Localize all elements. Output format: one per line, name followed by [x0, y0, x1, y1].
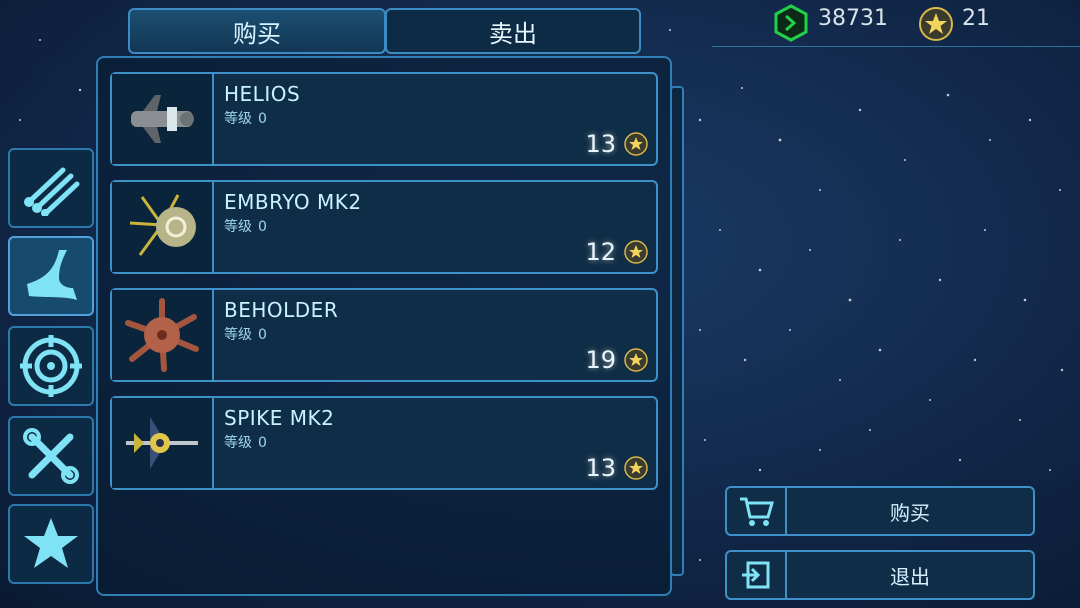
ship-spike-icon [126, 417, 198, 469]
tab-sell[interactable]: 卖出 [385, 8, 641, 54]
tools-icon [23, 428, 79, 484]
exit-button-label: 退出 [890, 564, 930, 589]
item-level-label: 等级 [224, 219, 252, 235]
shop-item[interactable]: BEHOLDER 等级 0 19 [110, 288, 658, 382]
exit-icon-box [727, 552, 787, 598]
item-level: 等级 0 [224, 108, 273, 128]
shop-item[interactable]: SPIKE MK2 等级 0 13 [110, 396, 658, 490]
tab-buy-label: 购买 [233, 19, 281, 48]
item-price: 12 [585, 238, 616, 266]
item-level-label: 等级 [224, 111, 252, 127]
credits-count: 38731 [818, 6, 888, 31]
ship-helios-icon [131, 95, 194, 143]
ship-embryo-icon [129, 194, 196, 256]
ship-beholder-icon [125, 298, 199, 372]
cart-icon [740, 497, 774, 526]
item-level: 等级 0 [224, 324, 273, 344]
item-price: 19 [585, 346, 616, 374]
tab-sell-label: 卖出 [489, 19, 537, 48]
item-price: 13 [585, 130, 616, 158]
buy-button-label: 购买 [890, 500, 930, 525]
category-weapons[interactable] [8, 148, 94, 228]
resource-bar: 38731 21 [712, 0, 1080, 47]
drone-icon [27, 250, 77, 300]
category-targeting[interactable] [8, 326, 94, 406]
category-drones[interactable] [8, 236, 94, 316]
list-scrollbar[interactable] [670, 86, 684, 576]
item-level-label: 等级 [224, 327, 252, 343]
star-coin-icon [624, 456, 648, 480]
item-level-label: 等级 [224, 435, 252, 451]
gem-icon [774, 4, 808, 42]
exit-icon [742, 561, 770, 589]
target-icon [20, 335, 82, 397]
shop-item[interactable]: EMBRYO MK2 等级 0 12 [110, 180, 658, 274]
item-name: BEHOLDER [224, 298, 339, 322]
category-tools[interactable] [8, 416, 94, 496]
item-name: EMBRYO MK2 [224, 190, 362, 214]
item-thumbnail [112, 182, 214, 272]
item-level-value: 0 [258, 435, 267, 451]
weapons-icon [24, 167, 80, 216]
item-level-value: 0 [258, 111, 267, 127]
item-level: 等级 0 [224, 432, 273, 452]
star-coin-icon [919, 7, 953, 41]
item-thumbnail [112, 398, 214, 488]
star-coin-icon [624, 240, 648, 264]
shop-item[interactable]: HELIOS 等级 0 13 [110, 72, 658, 166]
item-name: SPIKE MK2 [224, 406, 335, 430]
star-coin-icon [624, 132, 648, 156]
tab-buy[interactable]: 购买 [128, 8, 386, 54]
item-thumbnail [112, 290, 214, 380]
star-icon [24, 518, 78, 568]
exit-button[interactable]: 退出 [725, 550, 1035, 600]
item-level: 等级 0 [224, 216, 273, 236]
star-coin-icon [624, 348, 648, 372]
stars-count: 21 [962, 6, 990, 31]
item-level-value: 0 [258, 219, 267, 235]
item-thumbnail [112, 74, 214, 164]
buy-button[interactable]: 购买 [725, 486, 1035, 536]
item-level-value: 0 [258, 327, 267, 343]
cart-icon-box [727, 488, 787, 534]
item-name: HELIOS [224, 82, 301, 106]
category-special[interactable] [8, 504, 94, 584]
item-price: 13 [585, 454, 616, 482]
